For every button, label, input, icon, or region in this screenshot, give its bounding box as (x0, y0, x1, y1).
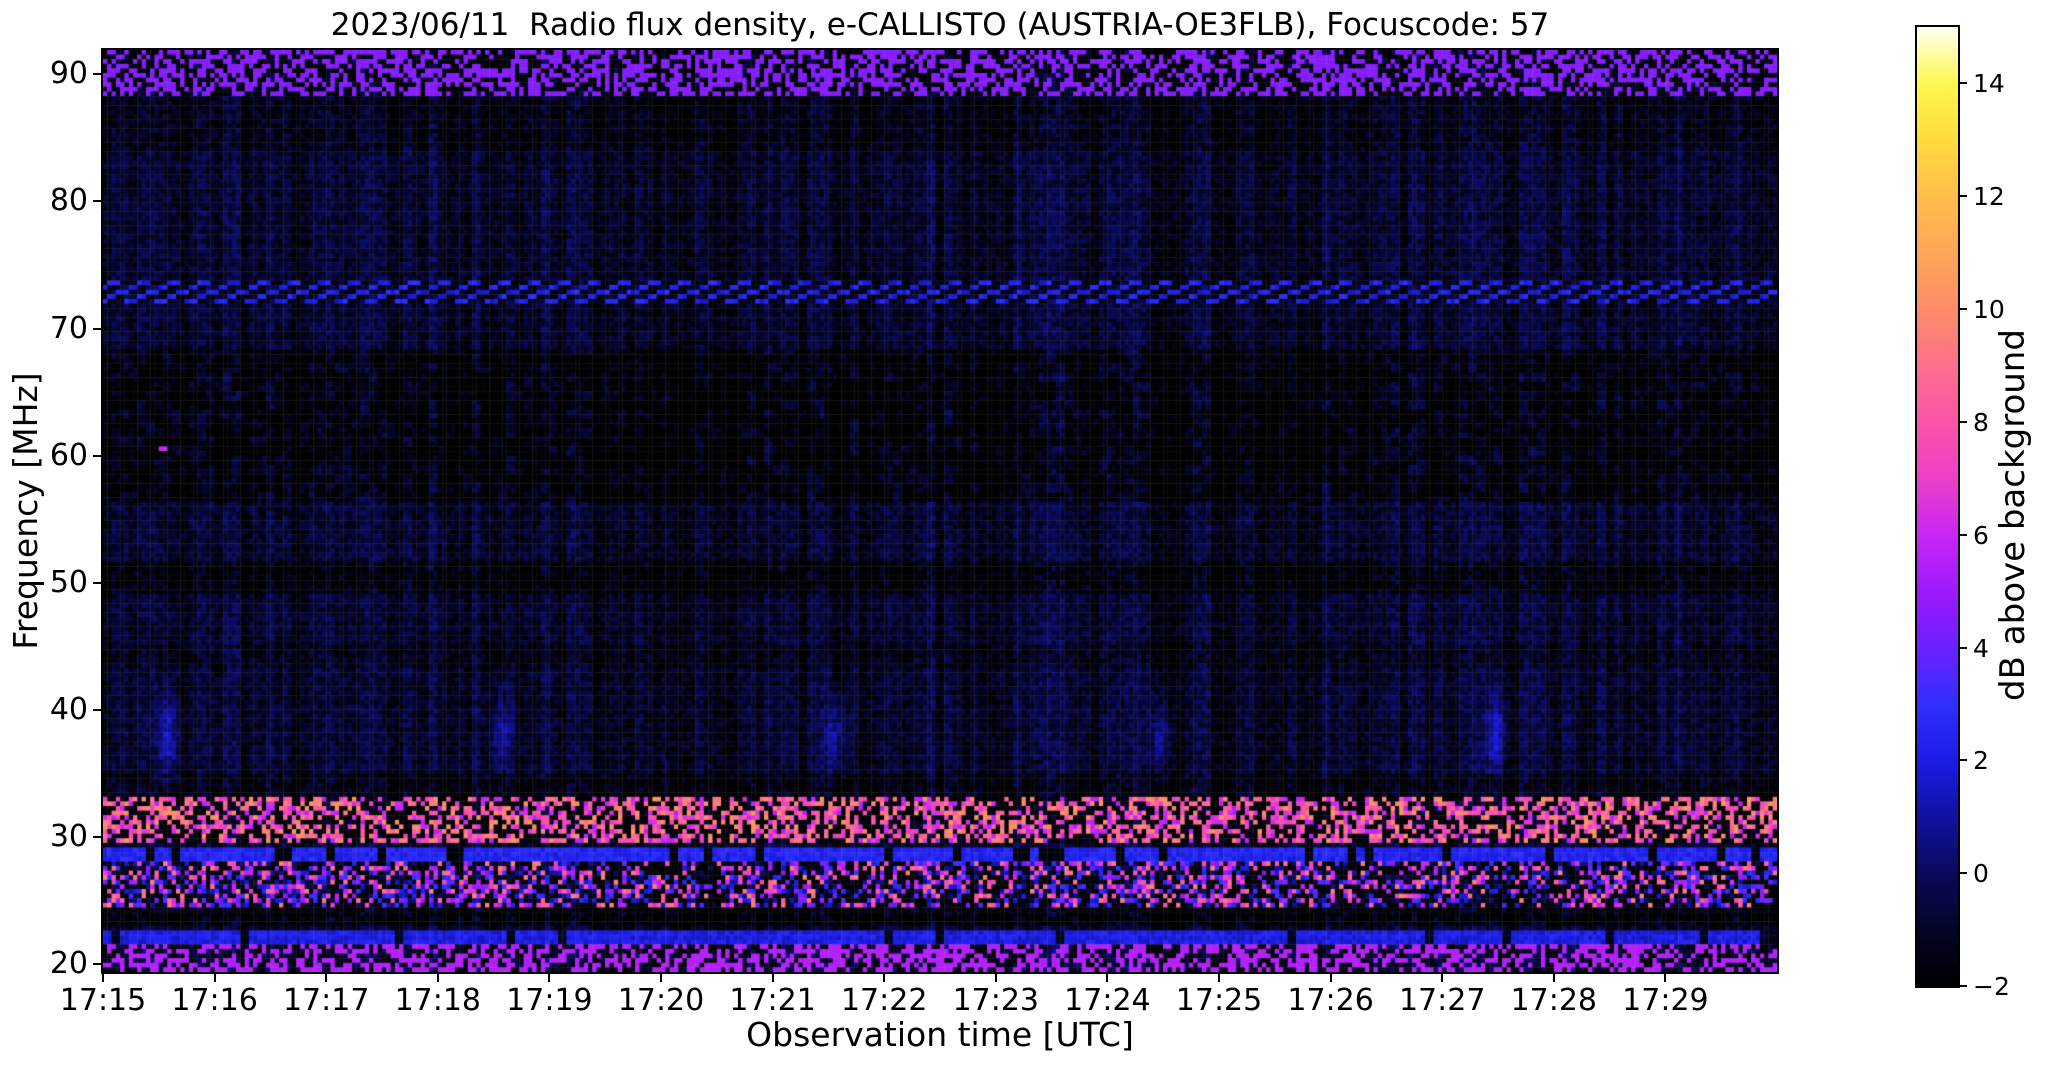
y-tick-label: 80 (49, 183, 88, 219)
x-tick-mark (660, 972, 662, 982)
x-tick-mark (1218, 972, 1220, 982)
x-tick-mark (994, 972, 997, 982)
x-axis-label: Observation time [UTC] (746, 1015, 1134, 1054)
chart-title: 2023/06/11 Radio flux density, e-CALLIST… (330, 7, 1550, 43)
spectrogram-canvas (103, 50, 1777, 972)
colorbar-tick-mark (1958, 195, 1967, 198)
y-axis-label: Frequency [MHz] (6, 372, 45, 650)
x-tick-mark (1664, 972, 1667, 982)
colorbar-tick-mark (1958, 759, 1967, 762)
x-tick-label: 17:29 (1622, 983, 1709, 1018)
colorbar-tick-mark (1958, 985, 1967, 987)
y-tick-mark (93, 963, 103, 966)
colorbar-tick-label: 12 (1973, 182, 2005, 212)
colorbar-tick-label: 6 (1973, 520, 1989, 550)
y-tick-label: 90 (49, 56, 88, 92)
x-tick-mark (102, 972, 104, 982)
x-tick-mark (325, 972, 328, 982)
x-tick-mark (1329, 972, 1332, 982)
colorbar-tick-mark (1958, 533, 1967, 536)
y-tick-label: 30 (49, 819, 88, 855)
x-tick-mark (771, 972, 774, 982)
colorbar-tick-mark (1958, 872, 1967, 875)
colorbar-tick-label: 8 (1973, 407, 1989, 437)
x-tick-mark (1552, 972, 1555, 982)
colorbar-tick-mark (1958, 82, 1967, 85)
x-tick-mark (1106, 972, 1109, 982)
y-tick-label: 20 (49, 946, 88, 982)
colorbar-tick-label: 2 (1973, 746, 1989, 776)
y-tick-mark (93, 709, 103, 712)
colorbar-tick-mark (1958, 420, 1967, 423)
colorbar-tick-label: 0 (1973, 859, 1989, 889)
x-tick-mark (213, 972, 216, 982)
y-tick-mark (93, 327, 103, 330)
x-tick-mark (548, 972, 551, 982)
y-tick-mark (93, 200, 103, 203)
y-tick-mark (93, 581, 103, 584)
y-tick-mark (93, 454, 103, 457)
colorbar-tick-label: 4 (1973, 633, 1989, 663)
colorbar-tick-label: 14 (1973, 69, 2005, 99)
colorbar-label: dB above background (1993, 329, 2033, 701)
x-tick-mark (1441, 972, 1444, 982)
x-tick-mark (883, 972, 886, 982)
colorbar-tick-label: −2 (1973, 972, 2010, 1001)
y-tick-mark (93, 836, 103, 839)
y-tick-mark (93, 73, 103, 76)
colorbar-gradient (1917, 27, 1958, 986)
x-tick-mark (436, 972, 439, 982)
spectrogram-figure: 2023/06/11 Radio flux density, e-CALLIST… (0, 0, 2047, 1067)
colorbar-tick-mark (1958, 646, 1967, 649)
colorbar-tick-mark (1958, 308, 1967, 311)
